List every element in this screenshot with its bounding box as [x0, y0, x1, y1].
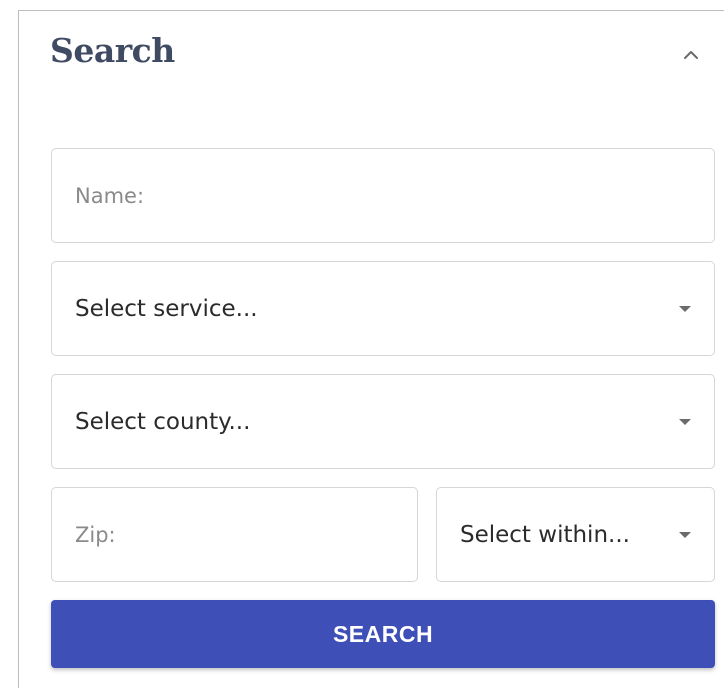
county-select[interactable]: Select county...	[51, 374, 715, 469]
chevron-up-icon	[684, 51, 698, 59]
service-select[interactable]: Select service...	[51, 261, 715, 356]
name-input[interactable]	[52, 149, 714, 242]
search-button[interactable]: SEARCH	[51, 600, 715, 668]
within-select[interactable]: Select within...	[436, 487, 715, 582]
collapse-button[interactable]	[677, 41, 705, 69]
county-select-value: Select county...	[75, 408, 251, 435]
zip-input[interactable]	[52, 488, 417, 581]
zip-field[interactable]	[51, 487, 418, 582]
dropdown-caret-icon	[679, 305, 691, 312]
search-panel: Search Select service... Select county..…	[18, 10, 724, 688]
dropdown-caret-icon	[679, 418, 691, 425]
panel-title: Search	[50, 31, 175, 70]
name-field[interactable]	[51, 148, 715, 243]
dropdown-caret-icon	[679, 531, 691, 538]
service-select-value: Select service...	[75, 295, 258, 322]
within-select-value: Select within...	[460, 521, 630, 548]
